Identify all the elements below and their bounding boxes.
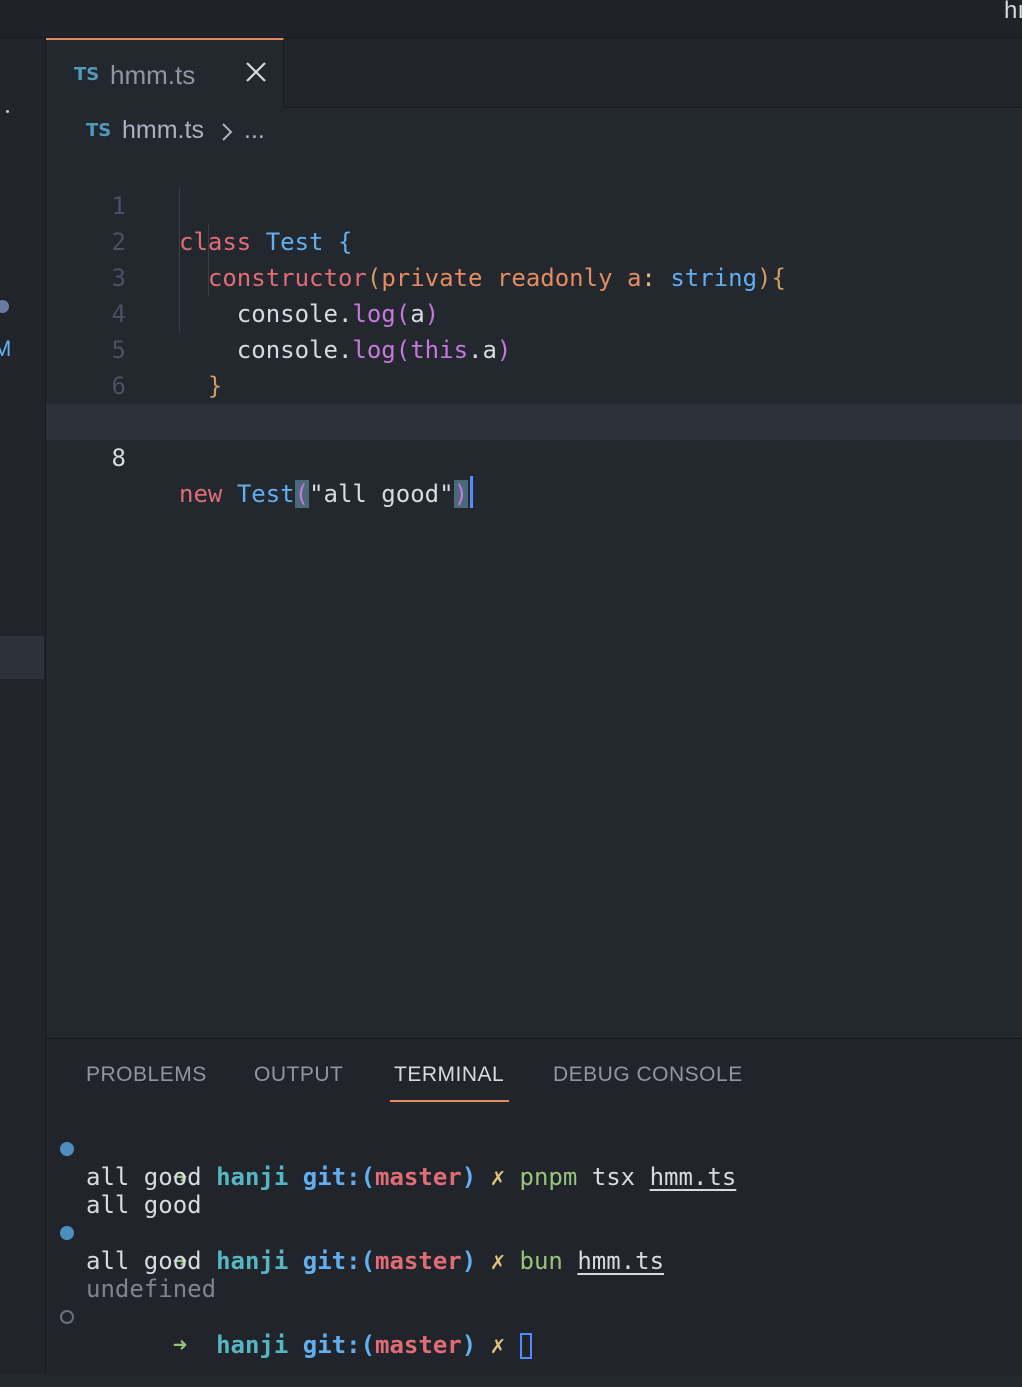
- tab-output[interactable]: OUTPUT: [254, 1063, 343, 1087]
- bracket-match: (: [294, 480, 310, 508]
- line-number: 8: [111, 444, 126, 472]
- editor-tab-bar: TS hmm.ts: [46, 38, 1022, 108]
- sidebar-edge: M: [0, 38, 46, 1374]
- terminal-prompt-line: ➜ hanji git:(master) ✗: [60, 1303, 532, 1359]
- chevron-right-icon: [222, 123, 233, 141]
- file-link[interactable]: hmm.ts: [650, 1163, 737, 1191]
- code-editor[interactable]: 1 class Test { 2 constructor(private rea…: [46, 152, 1022, 1038]
- code-line: 2 constructor(private readonly a: string…: [46, 188, 1022, 292]
- sidebar-dot-icon: [6, 110, 9, 113]
- terminal-cursor: [519, 1333, 532, 1359]
- close-icon[interactable]: [244, 60, 268, 84]
- terminal-prompt-line: ➜ hanji git:(master) ✗ bun hmm.ts: [60, 1219, 664, 1275]
- tab-problems[interactable]: PROBLEMS: [86, 1063, 207, 1087]
- code-line: 1 class Test {: [46, 152, 1022, 256]
- tab-label: hmm.ts: [110, 60, 196, 90]
- window-title-fragment: hı: [1004, 0, 1022, 22]
- command-success-icon[interactable]: [60, 1142, 74, 1156]
- code-line: 6 }: [46, 332, 1022, 436]
- file-link[interactable]: hmm.ts: [577, 1247, 664, 1275]
- tab-hmm-ts[interactable]: TS hmm.ts: [46, 38, 284, 108]
- typescript-file-icon: TS: [86, 120, 112, 141]
- title-bar: hı: [0, 0, 1022, 38]
- terminal-prompt-line: ➜ hanji git:(master) ✗ pnpm tsx hmm.ts: [60, 1135, 736, 1191]
- code-line: 4 console.log(this.a): [46, 260, 1022, 364]
- code-line-current: 8 new Test("all good"): [46, 404, 1022, 508]
- terminal-output-line: undefined: [86, 1275, 217, 1303]
- active-tab-indicator: [390, 1100, 509, 1102]
- sidebar-selected-row[interactable]: [0, 636, 44, 679]
- typescript-file-icon: TS: [74, 64, 100, 85]
- terminal-output-line: all good: [86, 1191, 202, 1219]
- bracket-match: ): [453, 480, 469, 508]
- tab-debug-console[interactable]: DEBUG CONSOLE: [553, 1063, 743, 1087]
- breadcrumb-ellipsis[interactable]: ...: [244, 116, 265, 145]
- code-line: 3 console.log(a): [46, 224, 1022, 328]
- git-status-letter: M: [0, 336, 12, 361]
- breadcrumb-file[interactable]: hmm.ts: [122, 116, 204, 145]
- terminal-output-line: all good: [86, 1163, 202, 1191]
- command-pending-icon: [60, 1310, 74, 1324]
- code-line: 7: [46, 368, 1022, 436]
- tab-terminal[interactable]: TERMINAL: [394, 1063, 504, 1087]
- modified-indicator-icon: [0, 300, 9, 313]
- command-success-icon[interactable]: [60, 1226, 74, 1240]
- text-cursor: [470, 476, 474, 508]
- terminal-output-line: all good: [86, 1247, 202, 1275]
- code-line: 5 }: [46, 296, 1022, 400]
- bottom-panel: PROBLEMS OUTPUT TERMINAL DEBUG CONSOLE ➜…: [46, 1038, 1022, 1375]
